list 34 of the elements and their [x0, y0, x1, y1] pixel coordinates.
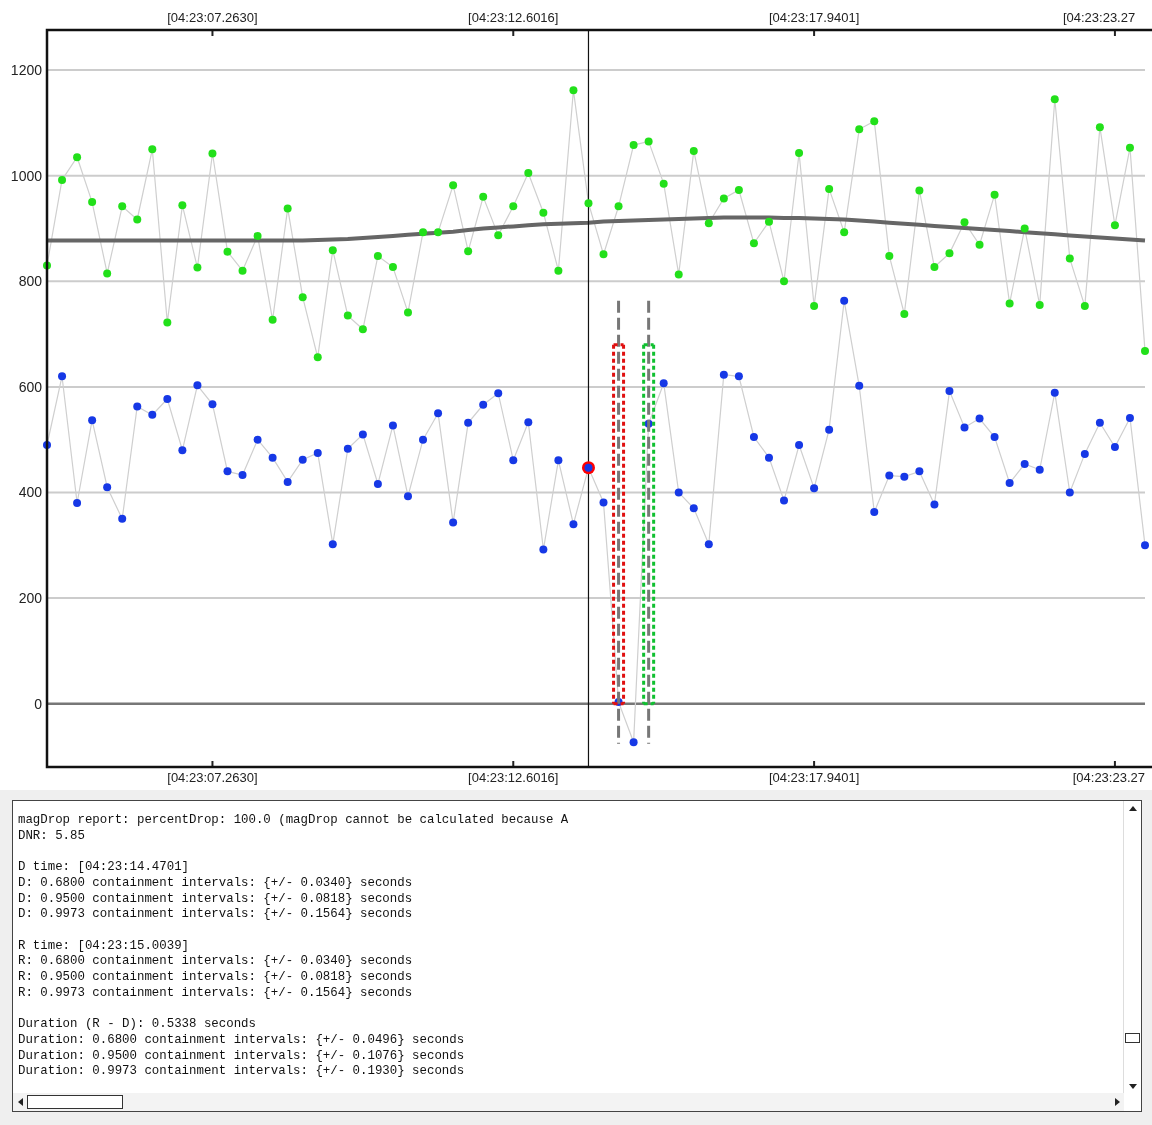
report-line: magDrop report: percentDrop: 100.0 (magDrop cannot be calculated because A: [18, 813, 569, 829]
y-tick-label: 800: [18, 273, 42, 290]
report-line: Duration: 0.9973 containment intervals: {+/- 0.1930} seconds: [18, 1064, 465, 1080]
x-tick-label: [04:23:23.27: [1072, 770, 1145, 785]
report-line: D: 0.9500 containment intervals: {+/- 0.0818} seconds: [18, 891, 413, 908]
x-tick-label: [04:23:07.2630]: [167, 770, 258, 785]
report-line: Duration: 0.6800 containment intervals: {+/- 0.0496} seconds: [18, 1032, 465, 1049]
report-line: Duration: 0.9500 containment intervals: {+/- 0.1076} seconds: [18, 1048, 465, 1065]
y-tick-label: 400: [18, 484, 42, 501]
y-tick-label: 1200: [10, 62, 42, 79]
vertical-scrollbar[interactable]: [1123, 801, 1141, 1093]
report-line: D: 0.6800 containment intervals: {+/- 0.0340} seconds: [18, 875, 413, 892]
y-tick-label: 600: [18, 378, 42, 395]
time-label: [04:23:23.27: [1062, 10, 1136, 25]
horizontal-scrollbar[interactable]: [13, 1093, 1124, 1111]
report-line: R: 0.9500 containment intervals: {+/- 0.0818} seconds: [18, 970, 413, 986]
report-line: R: 0.6800 containment intervals: {+/- 0.0340} seconds: [18, 954, 413, 970]
time-label: [04:23:12.6016]: [468, 10, 559, 25]
y-tick-label: 200: [18, 590, 42, 607]
report-line: DNR: 5.85: [18, 828, 85, 845]
time-label: [04:23:07.2630]: [167, 10, 258, 25]
x-tick-label: [04:23:17.9401]: [768, 770, 860, 785]
report-line: Duration (R - D): 0.5338 seconds: [18, 1017, 256, 1033]
report-line: D: 0.9973 containment intervals: {+/- 0.1564} seconds: [18, 907, 413, 923]
y-tick-label: 1000: [10, 167, 42, 184]
cursor-line[interactable]: [587, 29, 590, 768]
scroll-thumb[interactable]: [1125, 1033, 1140, 1043]
x-tick-label: [04:23:12.6016]: [468, 770, 559, 785]
report-line: R time: [04:23:15.0039]: [18, 938, 190, 955]
report-line: D time: [04:23:14.4701]: [18, 860, 190, 876]
scroll-thumb[interactable]: [27, 1095, 123, 1109]
report-line: R: 0.9973 containment intervals: {+/- 0.1564} seconds: [18, 985, 413, 1002]
time-label: [04:23:17.9401]: [768, 10, 860, 25]
y-tick-label: 0: [34, 695, 42, 712]
